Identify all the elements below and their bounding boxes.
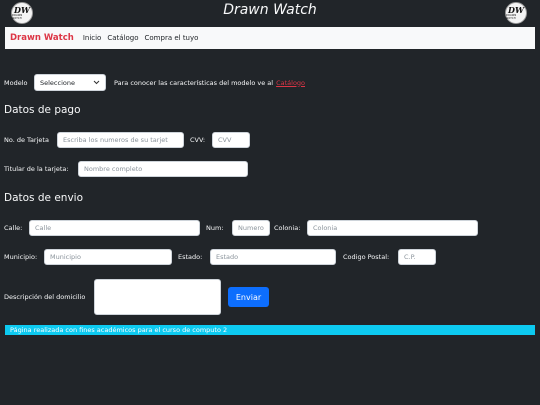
- card-number-label: No. de Tarjeta: [4, 136, 49, 144]
- state-label: Estado:: [178, 253, 203, 261]
- payment-section-title: Datos de pago: [4, 104, 81, 116]
- model-select-value: Seleccione: [40, 78, 75, 87]
- colony-label: Colonia:: [274, 224, 301, 232]
- nav-link-inicio[interactable]: Inicio: [83, 34, 102, 42]
- shipping-section-title: Datos de envio: [4, 192, 84, 204]
- address-desc-textarea[interactable]: [94, 279, 221, 315]
- cvv-label: CVV:: [190, 136, 206, 144]
- street-label: Calle:: [4, 224, 23, 232]
- chevron-down-icon: [93, 80, 100, 85]
- address-desc-label: Descripción del domicilio: [4, 293, 86, 301]
- card-holder-input[interactable]: Nombre completo: [78, 161, 248, 177]
- zip-label: Codigo Postal:: [343, 253, 390, 261]
- number-input[interactable]: Numero: [232, 220, 270, 236]
- model-info-text: Para conocer las características del mod…: [114, 78, 274, 87]
- model-label: Modelo: [4, 78, 28, 87]
- address-desc-row: Descripción del domicilio: [4, 279, 221, 315]
- logo[interactable]: DW DRAWN WATCH: [505, 2, 527, 24]
- colony-input[interactable]: Colonia: [307, 220, 478, 236]
- submit-button[interactable]: Enviar: [228, 287, 269, 307]
- number-label: Num:: [206, 224, 224, 232]
- municipality-input[interactable]: Municipio: [44, 249, 172, 265]
- navbar: Drawn Watch Inicio Catálogo Compra el tu…: [5, 27, 535, 49]
- footer-banner: Página realizada con fines académicos pa…: [5, 325, 535, 335]
- catalog-link[interactable]: Catálogo: [276, 79, 305, 87]
- nav-link-catalogo[interactable]: Catálogo: [107, 34, 138, 42]
- municipality-row: Municipio: Municipio Estado: Estado Codi…: [4, 249, 436, 265]
- card-row: No. de Tarjeta Escriba los numeros de su…: [4, 132, 250, 148]
- navbar-brand[interactable]: Drawn Watch: [10, 33, 74, 43]
- street-input[interactable]: Calle: [29, 220, 200, 236]
- zip-input[interactable]: C.P.: [398, 249, 436, 265]
- nav-link-compra[interactable]: Compra el tuyo: [145, 34, 199, 42]
- model-select[interactable]: Seleccione: [34, 74, 106, 91]
- site-title: Drawn Watch: [223, 2, 317, 18]
- model-row: Modelo Seleccione Para conocer las carac…: [4, 74, 305, 91]
- state-input[interactable]: Estado: [210, 249, 336, 265]
- municipality-label: Municipio:: [4, 253, 38, 261]
- card-number-input[interactable]: Escriba los numeros de su tarjet: [57, 132, 184, 148]
- cvv-input[interactable]: CVV: [212, 132, 250, 148]
- holder-row: Titular de la tarjeta: Nombre completo: [4, 161, 248, 177]
- street-row: Calle: Calle Num: Numero Colonia: Coloni…: [4, 220, 478, 236]
- site-header: DW DRAWN WATCH Drawn Watch DW DRAWN WATC…: [0, 0, 540, 26]
- card-holder-label: Titular de la tarjeta:: [4, 165, 69, 173]
